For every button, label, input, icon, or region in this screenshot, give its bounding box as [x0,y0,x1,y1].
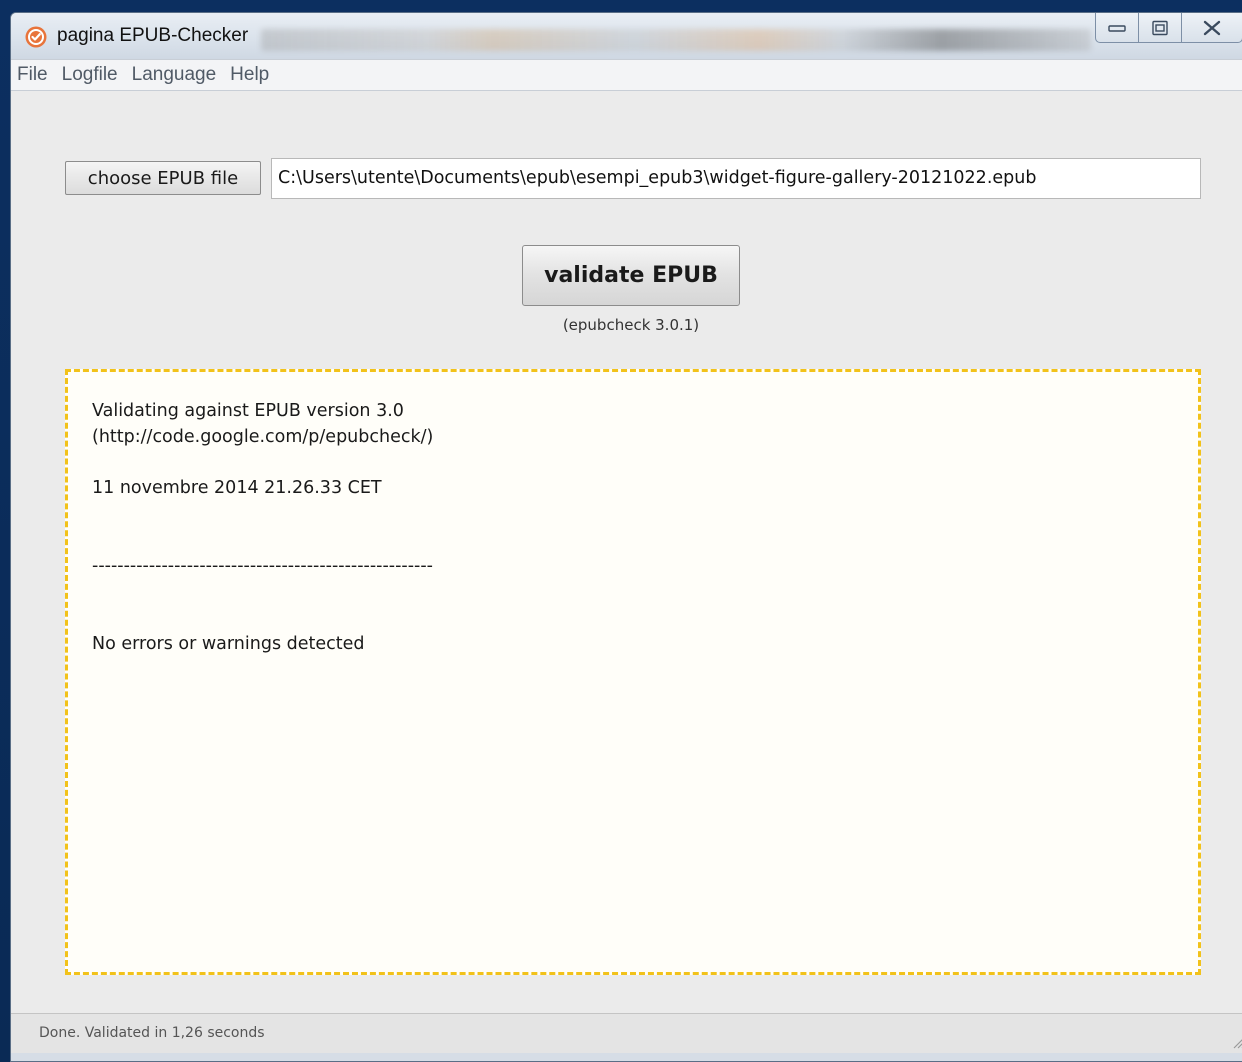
log-separator: ----------------------------------------… [92,556,433,576]
epub-checker-logo-icon [25,26,47,48]
menu-logfile[interactable]: Logfile [62,64,118,86]
log-line-version: Validating against EPUB version 3.0 [92,401,404,421]
menu-file[interactable]: File [17,64,48,86]
log-line-result: No errors or warnings detected [92,634,365,654]
menu-help[interactable]: Help [230,64,269,86]
log-line-timestamp: 11 novembre 2014 21.26.33 CET [92,478,382,498]
validation-log-area[interactable]: Validating against EPUB version 3.0 (htt… [65,369,1201,975]
epubcheck-version-label: (epubcheck 3.0.1) [562,316,700,334]
maximize-button[interactable] [1138,13,1182,43]
title-bar[interactable]: pagina EPUB-Checker [11,13,1242,59]
main-panel: choose EPUB file C:\Users\utente\Documen… [11,91,1242,1021]
menu-language[interactable]: Language [132,64,217,86]
close-icon [1203,20,1221,35]
close-button[interactable] [1181,13,1242,43]
app-window: pagina EPUB-Checker File Logfile Languag… [10,12,1242,1062]
window-controls [1095,13,1242,43]
log-line-url: (http://code.google.com/p/epubcheck/) [92,427,434,447]
window-title: pagina EPUB-Checker [57,25,249,46]
status-bar: Done. Validated in 1,26 seconds [11,1013,1242,1053]
status-text: Done. Validated in 1,26 seconds [39,1025,265,1041]
file-path-field[interactable]: C:\Users\utente\Documents\epub\esempi_ep… [271,158,1201,199]
blurred-background-taskbar [261,29,1091,51]
resize-grip-icon[interactable] [1231,1035,1242,1049]
desktop-background: pagina EPUB-Checker File Logfile Languag… [0,0,1242,1062]
minimize-button[interactable] [1095,13,1139,43]
validate-epub-button[interactable]: validate EPUB [522,245,740,306]
minimize-icon [1108,24,1126,32]
maximize-icon [1152,20,1168,35]
choose-epub-file-button[interactable]: choose EPUB file [65,161,261,195]
menu-bar: File Logfile Language Help [11,59,1242,91]
